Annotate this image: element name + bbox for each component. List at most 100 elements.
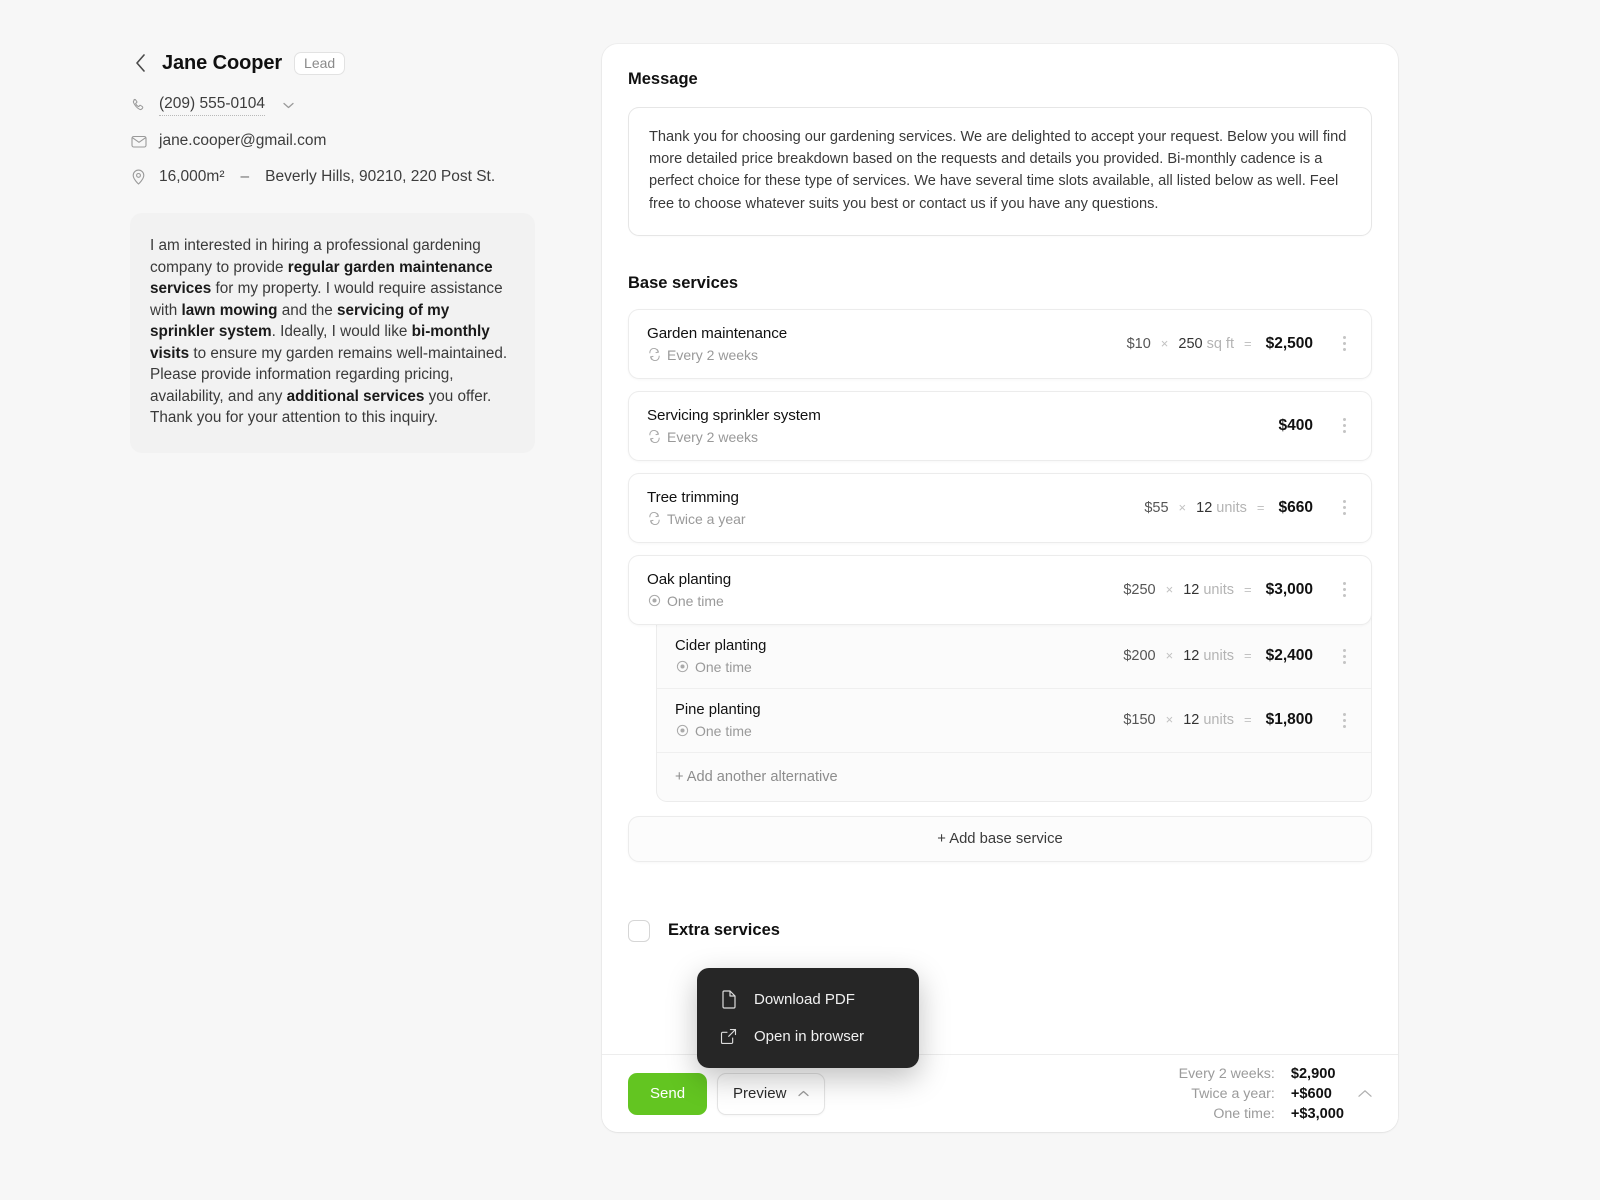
total-value: +$3,000 — [1290, 1105, 1344, 1122]
alternative-calculation: $200 × 12 units = $2,400 — [1123, 647, 1313, 665]
alternative-total: $2,400 — [1265, 647, 1313, 665]
alternative-row[interactable]: Pine planting One time $150 × 12 units =… — [657, 687, 1371, 752]
contact-row-location: 16,000m² – Beverly Hills, 90210, 220 Pos… — [130, 167, 570, 187]
preview-button-label: Preview — [733, 1085, 787, 1102]
service-row[interactable]: Oak planting One time $250 × 12 units = … — [628, 554, 1372, 625]
alternative-unit-price: $150 — [1123, 712, 1156, 729]
kebab-menu-icon[interactable] — [1331, 493, 1357, 523]
repeat-icon — [647, 512, 661, 526]
alternative-cadence: One time — [675, 659, 1123, 675]
multiply-symbol: × — [1165, 648, 1174, 664]
service-info: Garden maintenance Every 2 weeks — [647, 325, 1127, 363]
extra-services-label: Extra services — [668, 921, 780, 940]
totals-collapse-chevron-up-icon[interactable] — [1358, 1089, 1372, 1098]
service-quantity: 12 — [1183, 581, 1200, 598]
kebab-menu-icon[interactable] — [1331, 575, 1357, 605]
alternative-name: Pine planting — [675, 701, 761, 718]
service-row[interactable]: Garden maintenance Every 2 weeks $10 × 2… — [628, 308, 1372, 379]
kebab-menu-icon[interactable] — [1331, 641, 1357, 671]
kebab-menu-icon[interactable] — [1331, 411, 1357, 441]
service-quantity: 12 — [1196, 499, 1213, 516]
service-group-with-alternatives: Oak planting One time $250 × 12 units = … — [628, 554, 1372, 802]
external-link-icon — [719, 1027, 738, 1046]
service-total: $3,000 — [1265, 580, 1313, 598]
menu-item-label: Open in browser — [754, 1028, 865, 1045]
service-total: $660 — [1278, 498, 1313, 516]
file-icon — [719, 990, 738, 1009]
send-button[interactable]: Send — [628, 1072, 708, 1115]
alternative-unit: units — [1203, 648, 1234, 665]
alternative-quantity: 12 — [1183, 648, 1200, 665]
phone-value[interactable]: (209) 555-0104 — [159, 95, 265, 116]
page-title: Jane Cooper — [162, 51, 283, 74]
lead-header: Jane Cooper Lead — [130, 48, 570, 78]
service-row[interactable]: Servicing sprinkler system Every 2 weeks… — [628, 390, 1372, 461]
email-value[interactable]: jane.cooper@gmail.com — [159, 132, 326, 150]
service-calculation: $10 × 250 sq ft = $2,500 — [1127, 335, 1313, 353]
chevron-up-icon — [798, 1090, 810, 1097]
record-circle-icon — [675, 724, 689, 738]
multiply-symbol: × — [1165, 712, 1174, 728]
repeat-icon — [647, 430, 661, 444]
service-name: Garden maintenance — [647, 324, 788, 342]
address-separator: – — [240, 168, 250, 185]
service-cadence-label: Twice a year — [667, 510, 746, 527]
menu-item-open-in-browser[interactable]: Open in browser — [697, 1018, 919, 1055]
multiply-symbol: × — [1178, 499, 1187, 515]
preview-context-menu: Download PDF Open in browser — [697, 968, 919, 1068]
service-unit: sq ft — [1206, 335, 1234, 352]
equals-symbol: = — [1243, 335, 1252, 351]
inquiry-text-block: I am interested in hiring a professional… — [130, 213, 535, 453]
message-textarea[interactable]: Thank you for choosing our gardening ser… — [628, 107, 1372, 236]
totals-summary: Every 2 weeks: $2,900 Twice a year: +$60… — [1179, 1066, 1372, 1122]
back-button[interactable] — [130, 52, 150, 74]
property-area: 16,000m² — [159, 168, 225, 185]
add-alternative-button[interactable]: + Add another alternative — [657, 751, 1371, 801]
service-cadence: Twice a year — [647, 511, 1144, 527]
service-calculation: $400 — [1275, 417, 1313, 435]
menu-item-download-pdf[interactable]: Download PDF — [697, 981, 919, 1018]
add-base-service-button[interactable]: + Add base service — [628, 815, 1372, 862]
extra-services-checkbox[interactable] — [628, 919, 650, 942]
service-name: Oak planting — [647, 570, 732, 588]
app-root: Jane Cooper Lead (209) 555-0104 jane.coo… — [0, 0, 1600, 1200]
base-services-list: Garden maintenance Every 2 weeks $10 × 2… — [628, 308, 1372, 802]
kebab-menu-icon[interactable] — [1331, 329, 1357, 359]
extra-services-section: Extra services — [628, 919, 1372, 942]
contact-row-phone: (209) 555-0104 — [130, 95, 570, 116]
service-unit-price: $250 — [1123, 581, 1156, 598]
service-row[interactable]: Tree trimming Twice a year $55 × 12 unit… — [628, 472, 1372, 543]
multiply-symbol: × — [1160, 335, 1169, 351]
kebab-menu-icon[interactable] — [1331, 705, 1357, 735]
alternative-unit: units — [1203, 712, 1234, 729]
phone-chevron-down-icon[interactable] — [283, 102, 294, 109]
preview-button[interactable]: Preview — [717, 1072, 826, 1115]
alternative-cadence: One time — [675, 723, 1123, 739]
service-calculation: $55 × 12 units = $660 — [1144, 499, 1313, 517]
service-unit: units — [1216, 499, 1247, 516]
total-label: Twice a year: — [1191, 1085, 1275, 1102]
alternative-cadence-label: One time — [695, 722, 752, 739]
lead-panel: Jane Cooper Lead (209) 555-0104 jane.coo… — [130, 48, 570, 453]
base-services-title: Base services — [628, 273, 739, 292]
service-unit: units — [1203, 581, 1234, 598]
alternative-row[interactable]: Cider planting One time $200 × 12 units … — [657, 625, 1371, 688]
quote-editor-scroll: Message Thank you for choosing our garde… — [602, 44, 1398, 1054]
alternative-unit-price: $200 — [1123, 648, 1156, 665]
service-info: Servicing sprinkler system Every 2 weeks — [647, 407, 1275, 445]
alternative-name: Cider planting — [675, 637, 767, 654]
service-cadence-label: One time — [667, 592, 724, 609]
service-cadence: Every 2 weeks — [647, 429, 1275, 445]
alternative-calculation: $150 × 12 units = $1,800 — [1123, 711, 1313, 729]
service-cadence: One time — [647, 593, 1123, 609]
service-cadence-label: Every 2 weeks — [667, 428, 759, 445]
contact-row-email: jane.cooper@gmail.com — [130, 131, 570, 151]
service-unit-price: $55 — [1144, 499, 1169, 516]
alternative-cadence-label: One time — [695, 658, 752, 675]
service-info: Oak planting One time — [647, 571, 1123, 609]
service-cadence-label: Every 2 weeks — [667, 346, 759, 363]
multiply-symbol: × — [1165, 581, 1174, 597]
alternative-quantity: 12 — [1183, 712, 1200, 729]
property-address: Beverly Hills, 90210, 220 Post St. — [265, 168, 496, 185]
service-total: $2,500 — [1265, 334, 1313, 352]
